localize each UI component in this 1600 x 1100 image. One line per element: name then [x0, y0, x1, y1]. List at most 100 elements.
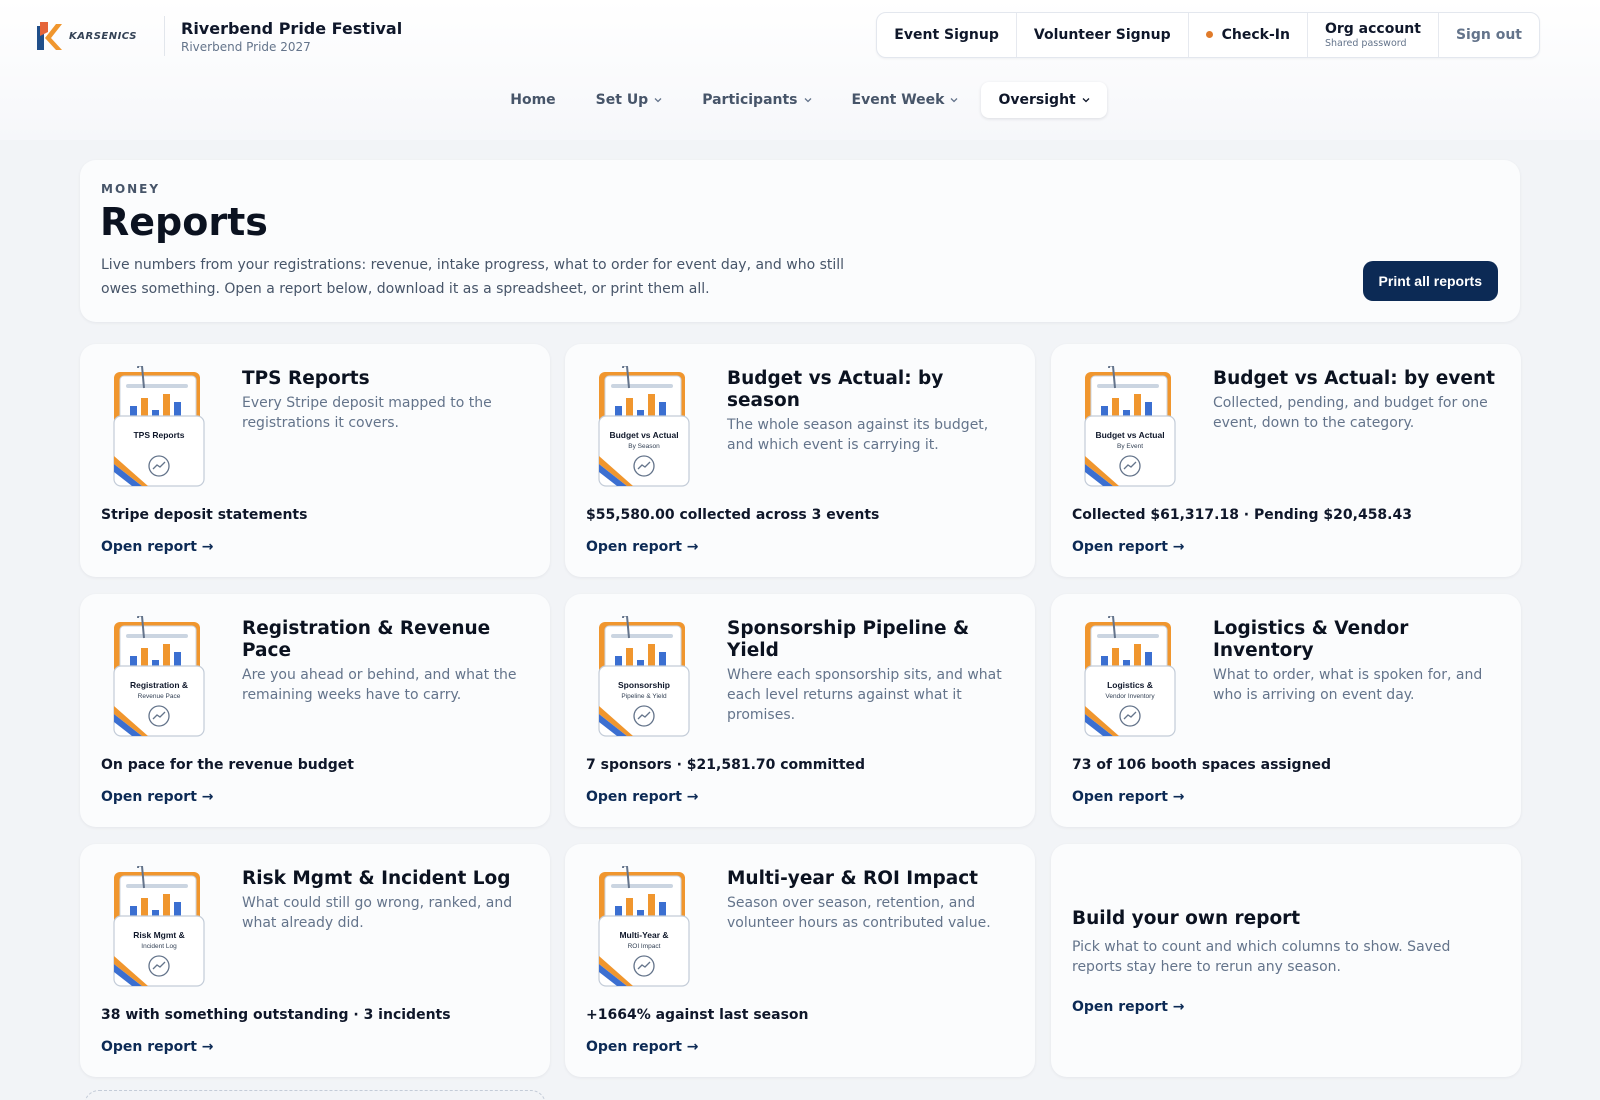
report-title: Risk Mgmt & Incident Log: [242, 868, 511, 889]
thumb-label: Registration &: [130, 680, 188, 690]
report-stat: Collected $61,317.18 · Pending $20,458.4…: [1072, 507, 1412, 523]
org-account-button[interactable]: Org account Shared password: [1308, 13, 1439, 57]
thumb-label: Multi-Year &: [619, 930, 668, 940]
sign-out-button[interactable]: Sign out: [1439, 13, 1539, 57]
event-signup-label: Event Signup: [894, 27, 999, 43]
nav-home[interactable]: Home: [493, 82, 572, 118]
page-title: Reports: [100, 200, 268, 244]
nav-oversight-label: Oversight: [998, 92, 1076, 108]
thumb-sublabel: ROI Impact: [628, 943, 661, 950]
report-description: The whole season against its budget, and…: [727, 417, 989, 453]
report-stat: 73 of 106 booth spaces assigned: [1072, 757, 1332, 773]
check-in-text: Check-In: [1221, 27, 1290, 43]
thumb-sublabel: By Season: [628, 443, 660, 450]
print-all-reports-label: Print all reports: [1378, 273, 1482, 289]
account-actions: Event Signup Volunteer Signup Check-In O…: [876, 12, 1540, 58]
report-card-registration-revenue-pace[interactable]: Registration & Revenue Pace Registration…: [80, 594, 550, 827]
chevron-down-icon: [654, 98, 662, 103]
report-title: Registration & Revenue Pace: [242, 618, 491, 661]
open-report-link[interactable]: Open report →: [101, 789, 214, 805]
event-signup-button[interactable]: Event Signup: [877, 13, 1017, 57]
report-description: What to order, what is spoken for, and w…: [1213, 667, 1483, 703]
open-report-link[interactable]: Open report →: [1072, 539, 1185, 555]
report-title: Budget vs Actual: by event: [1213, 368, 1495, 389]
report-description: Collected, pending, and budget for one e…: [1213, 395, 1488, 431]
main-nav: Home Set Up Participants Event Week Over…: [0, 80, 1600, 120]
report-description: What could still go wrong, ranked, and w…: [242, 895, 513, 931]
status-dot-icon: [1205, 30, 1213, 38]
report-stat: $55,580.00 collected across 3 events: [586, 507, 880, 523]
festival-season: Riverbend Pride 2027: [181, 39, 311, 54]
report-folder-icon: TPS Reports: [113, 366, 205, 487]
report-stat: Stripe deposit statements: [101, 507, 308, 523]
open-report-link[interactable]: Open report →: [586, 789, 699, 805]
report-card-risk-mgmt-incident-log[interactable]: Risk Mgmt & Incident Log Risk Mgmt & Inc…: [80, 844, 550, 1077]
report-card-multi-year-roi-impact[interactable]: Multi-Year & ROI Impact Multi-year & ROI…: [565, 844, 1035, 1077]
report-folder-icon: Budget vs Actual By Event: [1084, 366, 1176, 487]
chevron-down-icon: [804, 98, 811, 103]
brand-logo[interactable]: KARSENICS: [36, 16, 146, 56]
report-folder-icon: Budget vs Actual By Season: [598, 366, 690, 487]
chevron-down-icon: [951, 98, 958, 103]
karsenics-logo-icon: [37, 22, 62, 50]
check-in-label: Check-In: [1205, 27, 1290, 43]
add-report-placeholder[interactable]: [84, 1090, 546, 1100]
open-report-link[interactable]: Open report →: [1072, 789, 1185, 805]
brand: KARSENICS Riverbend Pride Festival River…: [36, 16, 402, 56]
nav-oversight[interactable]: Oversight: [981, 82, 1107, 118]
thumb-sublabel: Pipeline & Yield: [621, 693, 667, 700]
nav-participants-label: Participants: [702, 92, 798, 108]
report-card-custom[interactable]: Build your own report Pick what to count…: [1051, 844, 1521, 1077]
report-stat: 38 with something outstanding · 3 incide…: [101, 1007, 451, 1023]
report-stat: 7 sponsors · $21,581.70 committed: [586, 757, 866, 773]
report-folder-icon: Multi-Year & ROI Impact: [598, 866, 690, 987]
thumb-sublabel: Incident Log: [141, 943, 177, 950]
nav-home-label: Home: [510, 92, 556, 108]
open-report-link[interactable]: Open report →: [586, 539, 699, 555]
report-description: Season over season, retention, and volun…: [727, 895, 991, 931]
thumb-label: TPS Reports: [133, 430, 184, 440]
nav-event-week[interactable]: Event Week: [835, 82, 976, 118]
report-card-logistics-vendor-inventory[interactable]: Logistics & Vendor Inventory Logistics &…: [1051, 594, 1521, 827]
nav-event-week-label: Event Week: [851, 92, 945, 108]
report-title: Budget vs Actual: by season: [727, 368, 944, 411]
print-all-reports-button[interactable]: Print all reports: [1362, 261, 1498, 301]
report-description: Where each sponsorship sits, and what ea…: [727, 667, 1002, 723]
open-report-link[interactable]: Open report →: [101, 1039, 214, 1055]
nav-setup-label: Set Up: [595, 92, 649, 108]
section-eyebrow: MONEY: [101, 182, 161, 196]
volunteer-signup-button[interactable]: Volunteer Signup: [1017, 13, 1189, 57]
report-card-budget-vs-actual-by-season[interactable]: Budget vs Actual By Season Budget vs Act…: [565, 344, 1035, 577]
volunteer-signup-label: Volunteer Signup: [1033, 27, 1171, 43]
report-card-tps-reports[interactable]: TPS Reports TPS Reports Every Stripe dep…: [80, 344, 550, 577]
report-folder-icon: Sponsorship Pipeline & Yield: [598, 616, 690, 737]
thumb-label: Logistics &: [1107, 680, 1153, 690]
report-title: Multi-year & ROI Impact: [727, 868, 979, 889]
brand-logo-text: KARSENICS: [69, 30, 137, 42]
org-account-sublabel: Shared password: [1324, 38, 1407, 49]
open-report-link[interactable]: Open report →: [586, 1039, 699, 1055]
thumb-label: Budget vs Actual: [1095, 430, 1164, 440]
open-report-link[interactable]: Open report →: [101, 539, 214, 555]
report-folder-icon: Risk Mgmt & Incident Log: [113, 866, 205, 987]
thumb-sublabel: Vendor Inventory: [1105, 693, 1155, 700]
thumb-label: Budget vs Actual: [609, 430, 678, 440]
org-account-label: Org account: [1324, 21, 1421, 37]
report-description: Every Stripe deposit mapped to the regis…: [242, 395, 492, 431]
page-description: Live numbers from your registrations: re…: [101, 257, 845, 297]
nav-setup[interactable]: Set Up: [579, 82, 680, 118]
report-title: Sponsorship Pipeline & Yield: [727, 618, 970, 661]
report-description: Pick what to count and which columns to …: [1072, 939, 1451, 975]
brand-text: Riverbend Pride Festival Riverbend Pride…: [181, 19, 402, 54]
thumb-sublabel: By Event: [1117, 443, 1143, 450]
report-title: TPS Reports: [242, 368, 370, 389]
thumb-label: Sponsorship: [618, 680, 670, 690]
check-in-button[interactable]: Check-In: [1189, 13, 1308, 57]
open-report-link[interactable]: Open report →: [1072, 999, 1185, 1015]
report-card-sponsorship-pipeline-yield[interactable]: Sponsorship Pipeline & Yield Sponsorship…: [565, 594, 1035, 827]
report-title: Build your own report: [1072, 908, 1301, 929]
reports-hero: MONEY Reports Live numbers from your reg…: [80, 160, 1520, 322]
thumb-label: Risk Mgmt &: [133, 930, 184, 940]
report-card-budget-vs-actual-by-event[interactable]: Budget vs Actual By Event Budget vs Actu…: [1051, 344, 1521, 577]
nav-participants[interactable]: Participants: [685, 82, 828, 118]
